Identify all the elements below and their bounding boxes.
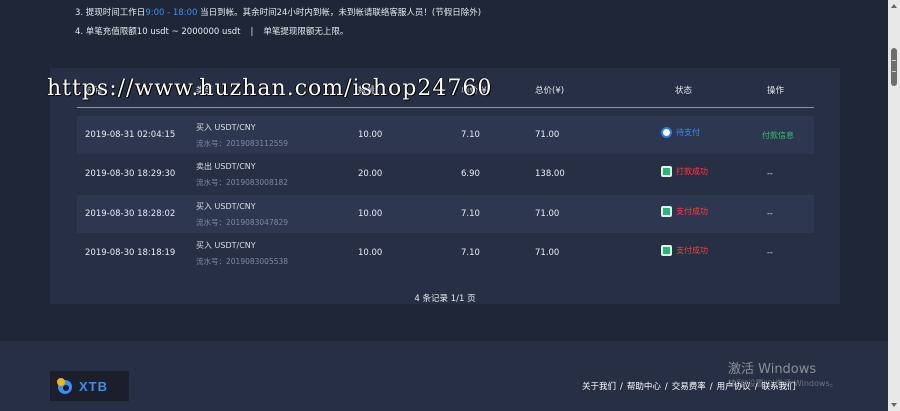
row-type: 买入 USDT/CNY 流水号：2019083047829 bbox=[196, 201, 288, 228]
note-time-highlight: 9:00 - 18:00 bbox=[145, 8, 198, 18]
row-serial: 流水号：2019083005538 bbox=[196, 257, 289, 266]
pagination-info: 4 条记录 1/1 页 bbox=[414, 294, 476, 304]
link-separator: / bbox=[664, 382, 668, 392]
check-box-icon bbox=[661, 245, 672, 256]
row-price: 6.90 bbox=[461, 169, 480, 179]
row-serial: 流水号：2019083008182 bbox=[196, 178, 289, 187]
row-type-label: 卖出 USDT/CNY bbox=[196, 162, 256, 171]
link-separator: / bbox=[754, 382, 758, 392]
row-total: 71.00 bbox=[535, 209, 560, 219]
notes: 3. 提现时间工作日9:00 - 18:00 当日到帐。其余时间24小时内到帐，… bbox=[75, 4, 481, 42]
row-qty: 10.00 bbox=[358, 130, 383, 140]
row-qty: 20.00 bbox=[358, 169, 383, 179]
row-price: 7.10 bbox=[461, 209, 480, 219]
row-serial: 流水号：2019083047829 bbox=[196, 218, 289, 227]
table-row: 2019-08-31 02:04:15 买入 USDT/CNY 流水号：2019… bbox=[77, 116, 814, 154]
row-qty: 10.00 bbox=[358, 209, 383, 219]
table-row: 2019-08-30 18:29:30 卖出 USDT/CNY 流水号：2019… bbox=[77, 155, 814, 193]
row-time: 2019-08-30 18:28:02 bbox=[85, 209, 176, 219]
note-separator: | bbox=[250, 27, 254, 37]
row-qty: 10.00 bbox=[358, 248, 383, 258]
row-type: 买入 USDT/CNY 流水号：2019083005538 bbox=[196, 240, 288, 267]
footer: XTB 激活 Windows 转到"设置"以激活 Windows。 关于我们 / 帮… bbox=[0, 341, 888, 411]
row-total: 138.00 bbox=[535, 169, 565, 179]
row-action: -- bbox=[767, 169, 773, 178]
row-total: 71.00 bbox=[535, 130, 560, 140]
scroll-grip-icon bbox=[892, 60, 896, 72]
row-action: -- bbox=[767, 209, 773, 218]
row-action: -- bbox=[767, 248, 773, 257]
row-type-label: 买入 USDT/CNY bbox=[196, 241, 256, 250]
row-status: 待支付 bbox=[661, 127, 700, 138]
note-text: 当日到帐。其余时间24小时内到帐，未到帐请联络客服人员！(节假日除外) bbox=[197, 8, 482, 18]
row-time: 2019-08-30 18:29:30 bbox=[85, 169, 176, 179]
scroll-up-arrow-icon[interactable] bbox=[891, 4, 897, 8]
row-status-label: 待支付 bbox=[676, 128, 700, 137]
vertical-scrollbar[interactable] bbox=[888, 0, 900, 411]
row-time: 2019-08-30 18:18:19 bbox=[85, 248, 176, 258]
note-line-4: 4. 单笔充值限额10 usdt ~ 2000000 usdt | 单笔提现限额无上… bbox=[75, 23, 481, 42]
page: 3. 提现时间工作日9:00 - 18:00 当日到帐。其余时间24小时内到帐，… bbox=[0, 0, 888, 411]
row-price: 7.10 bbox=[461, 130, 480, 140]
row-type: 卖出 USDT/CNY 流水号：2019083008182 bbox=[196, 161, 288, 188]
row-type-label: 买入 USDT/CNY bbox=[196, 202, 256, 211]
check-box-icon bbox=[661, 206, 672, 217]
footer-link-fees[interactable]: 交易费率 bbox=[672, 382, 706, 392]
row-status-label: 支付成功 bbox=[676, 207, 708, 216]
check-box-icon bbox=[661, 166, 672, 177]
col-total: 总价(¥) bbox=[535, 86, 565, 96]
orders-panel: 时间 类型 数量 单价(¥) 总价(¥) 状态 操作 2019-08-31 02… bbox=[50, 68, 840, 304]
row-total: 71.00 bbox=[535, 248, 560, 258]
note-text: 单笔提现限额无上限。 bbox=[263, 27, 349, 37]
footer-link-contact[interactable]: 联系我们 bbox=[762, 382, 796, 392]
row-status: 打款成功 bbox=[661, 166, 708, 177]
clock-icon bbox=[661, 127, 672, 138]
row-status-label: 支付成功 bbox=[676, 246, 708, 255]
footer-links: 关于我们 / 帮助中心 / 交易费率 / 用户协议 / 联系我们 bbox=[582, 380, 796, 392]
footer-link-agreement[interactable]: 用户协议 bbox=[717, 382, 751, 392]
windows-activation-title: 激活 Windows bbox=[728, 362, 817, 377]
row-type-label: 买入 USDT/CNY bbox=[196, 123, 256, 132]
url-watermark: https://www.huzhan.com/ishop24760 bbox=[47, 76, 493, 101]
table-row: 2019-08-30 18:28:02 买入 USDT/CNY 流水号：2019… bbox=[77, 195, 814, 233]
row-price: 7.10 bbox=[461, 248, 480, 258]
xtb-logo-icon bbox=[57, 378, 72, 394]
note-text: 4. 单笔充值限额10 usdt ~ 2000000 usdt bbox=[75, 27, 241, 37]
link-separator: / bbox=[709, 382, 713, 392]
row-status: 支付成功 bbox=[661, 245, 708, 256]
site-logo[interactable]: XTB bbox=[50, 371, 129, 401]
note-line-3: 3. 提现时间工作日9:00 - 18:00 当日到帐。其余时间24小时内到帐，… bbox=[75, 4, 481, 23]
link-separator: / bbox=[620, 382, 623, 392]
logo-text: XTB bbox=[79, 379, 108, 394]
table-row: 2019-08-30 18:18:19 买入 USDT/CNY 流水号：2019… bbox=[77, 234, 814, 272]
row-serial: 流水号：2019083112559 bbox=[196, 139, 289, 148]
scroll-down-arrow-icon[interactable] bbox=[891, 403, 897, 407]
footer-link-about[interactable]: 关于我们 bbox=[582, 382, 616, 392]
payment-info-link[interactable]: 付款信息 bbox=[762, 130, 794, 141]
col-status: 状态 bbox=[675, 86, 693, 96]
note-text: 3. 提现时间工作日 bbox=[75, 8, 146, 18]
footer-link-help[interactable]: 帮助中心 bbox=[627, 382, 661, 392]
row-type: 买入 USDT/CNY 流水号：2019083112559 bbox=[196, 122, 288, 149]
row-status: 支付成功 bbox=[661, 206, 708, 217]
col-action: 操作 bbox=[767, 86, 785, 96]
row-time: 2019-08-31 02:04:15 bbox=[85, 130, 176, 140]
row-status-label: 打款成功 bbox=[676, 167, 708, 176]
